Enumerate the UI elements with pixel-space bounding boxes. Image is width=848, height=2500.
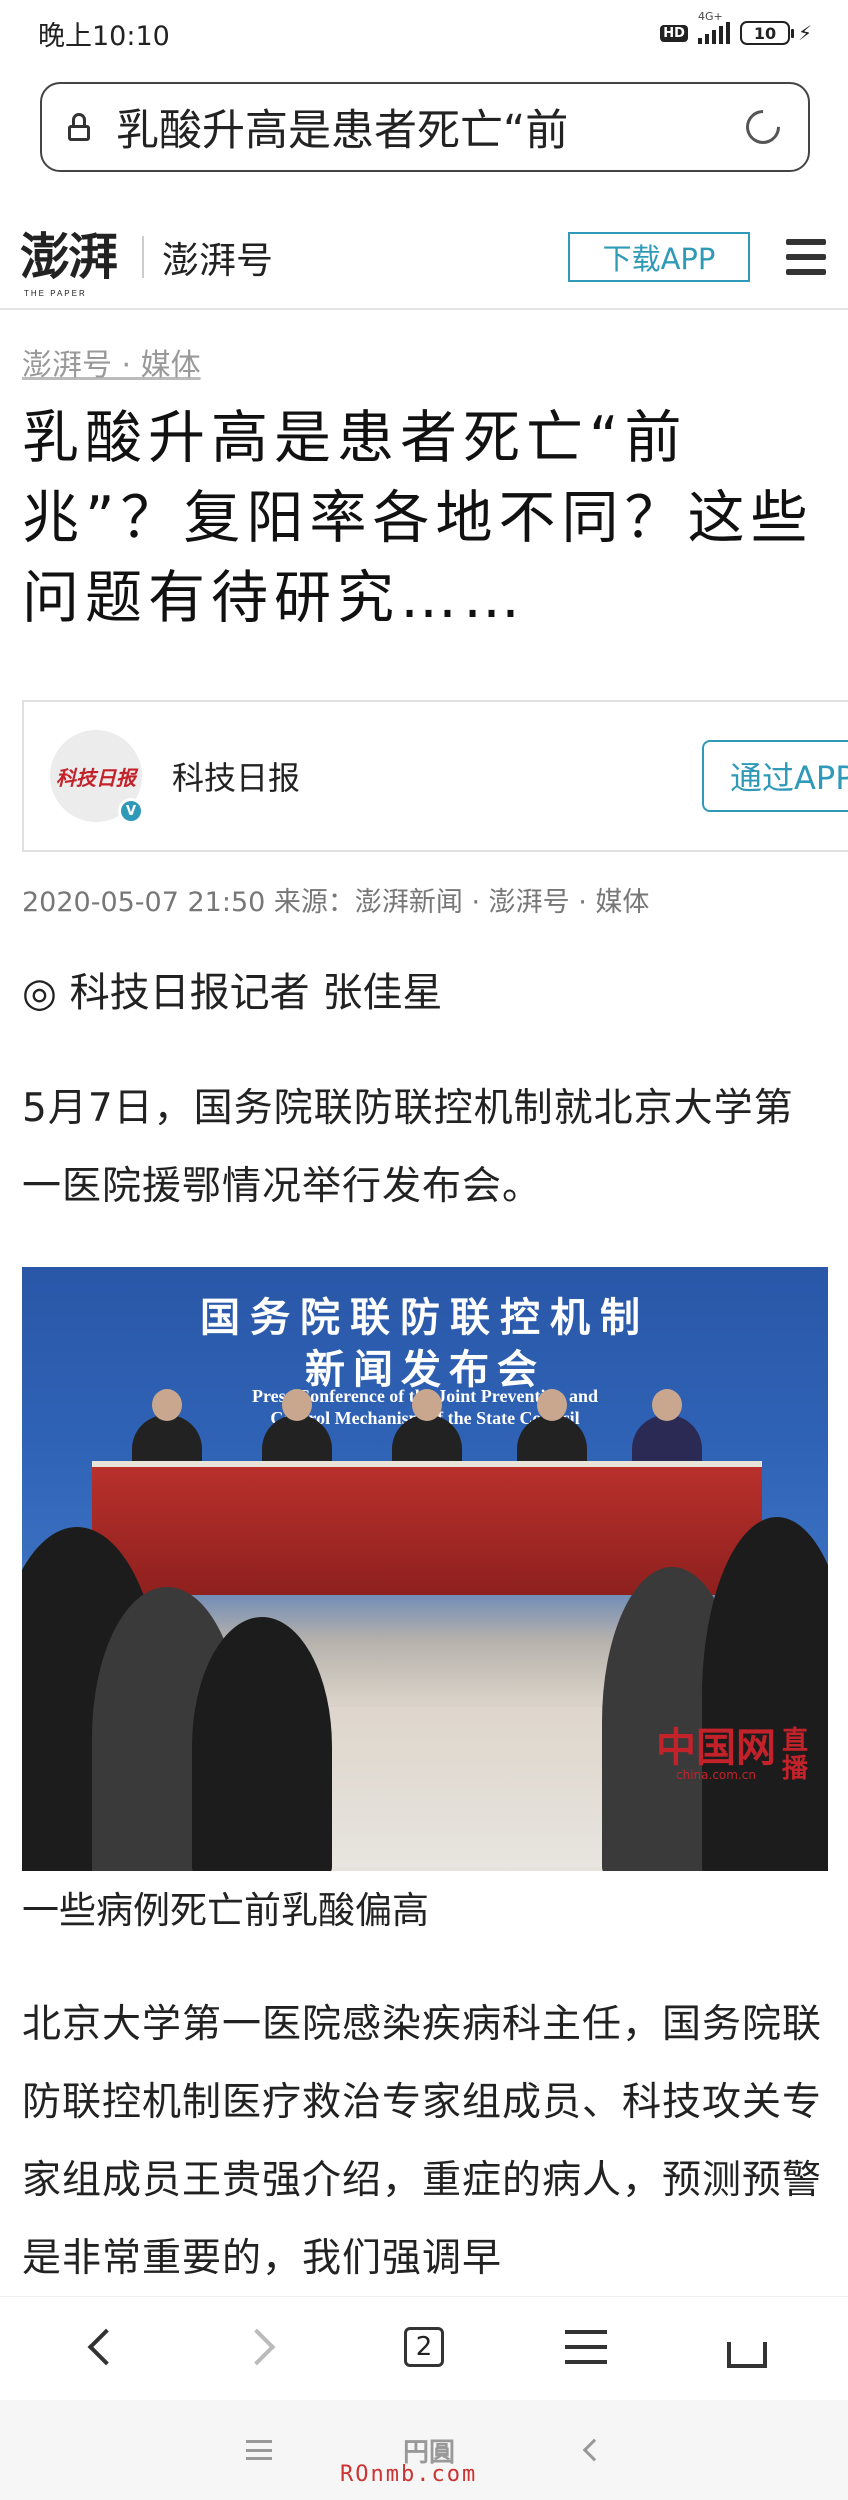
channel-name[interactable]: 澎湃号 — [162, 230, 273, 284]
battery-icon: 10 ⚡ — [739, 21, 812, 45]
article-meta: 2020-05-07 21:50 来源：澎湃新闻 · 澎湃号 · 媒体 — [22, 887, 650, 918]
verified-icon: V — [118, 798, 144, 824]
header-divider — [142, 235, 144, 278]
chevron-right-icon — [239, 2328, 276, 2365]
paragraph: 5月7日，国务院联防联控机制就北京大学第一医院援鄂情况举行发布会。 — [22, 1086, 794, 1209]
browser-toolbar: 2 — [0, 2296, 848, 2396]
corner-watermark: ROnmb.com — [340, 2462, 478, 2487]
home-icon — [727, 2328, 768, 2368]
menu-icon[interactable] — [786, 238, 826, 275]
status-time: 晚上10:10 — [38, 20, 170, 52]
network-type: 4G+ — [697, 10, 723, 23]
site-header: 澎湃 THE PAPER 澎湃号 下载APP — [0, 205, 848, 310]
lock-icon — [68, 113, 90, 141]
author-card[interactable]: 科技日报 V 科技日报 通过APP — [22, 700, 848, 852]
logo-subtext: THE PAPER — [24, 288, 87, 298]
avatar-text: 科技日报 — [56, 765, 136, 790]
site-logo[interactable]: 澎湃 THE PAPER — [20, 231, 118, 297]
paragraph: 北京大学第一医院感染疾病科主任，国务院联防联控机制医疗救治专家组成员、科技攻关专… — [22, 2002, 823, 2278]
status-indicators: HD 4G+ 10 ⚡ — [660, 10, 812, 45]
breadcrumb[interactable]: 澎湃号 · 媒体 — [22, 340, 201, 384]
photo-watermark: 中国网 china.com.cn 直播 — [656, 1724, 809, 1784]
article-title: 乳酸升高是患者死亡“前兆”？复阳率各地不同？这些问题有待研究…… — [22, 405, 814, 631]
photo-caption: 一些病例死亡前乳酸偏高 — [22, 1889, 429, 1932]
article-photo[interactable]: 国务院联防联控机制 新闻发布会 Press Conference of the … — [22, 1267, 828, 1871]
address-text[interactable]: 乳酸升高是患者死亡“前 — [116, 96, 726, 158]
address-bar[interactable]: 乳酸升高是患者死亡“前 — [40, 82, 810, 172]
tabs-count: 2 — [403, 2326, 444, 2367]
tabs-button[interactable]: 2 — [394, 2317, 454, 2377]
system-navigation: 円圓 ROnmb.com — [0, 2400, 848, 2500]
backdrop-title: 国务院联防联控机制 — [200, 1295, 650, 1341]
browser-menu-button[interactable] — [556, 2317, 616, 2377]
recents-icon[interactable] — [245, 2440, 272, 2460]
battery-level: 10 — [753, 23, 777, 43]
chevron-left-icon — [87, 2328, 125, 2365]
hamburger-icon — [564, 2329, 607, 2364]
open-in-app-button[interactable]: 通过APP — [702, 740, 848, 812]
byline: ◎ 科技日报记者 张佳星 — [22, 970, 443, 1016]
charging-icon: ⚡ — [797, 21, 812, 45]
avatar[interactable]: 科技日报 V — [50, 730, 144, 824]
signal-icon: 4G+ — [697, 10, 730, 44]
forward-button[interactable] — [232, 2317, 292, 2377]
hd-badge: HD — [660, 24, 688, 42]
refresh-icon[interactable] — [738, 102, 788, 152]
home-button[interactable] — [717, 2317, 777, 2377]
system-back-icon[interactable] — [583, 2438, 606, 2462]
download-app-button[interactable]: 下载APP — [568, 231, 750, 282]
author-name[interactable]: 科技日报 — [172, 753, 702, 799]
status-bar: 晚上10:10 HD 4G+ 10 ⚡ — [0, 0, 848, 66]
back-button[interactable] — [71, 2317, 131, 2377]
audience-member — [192, 1617, 332, 1871]
